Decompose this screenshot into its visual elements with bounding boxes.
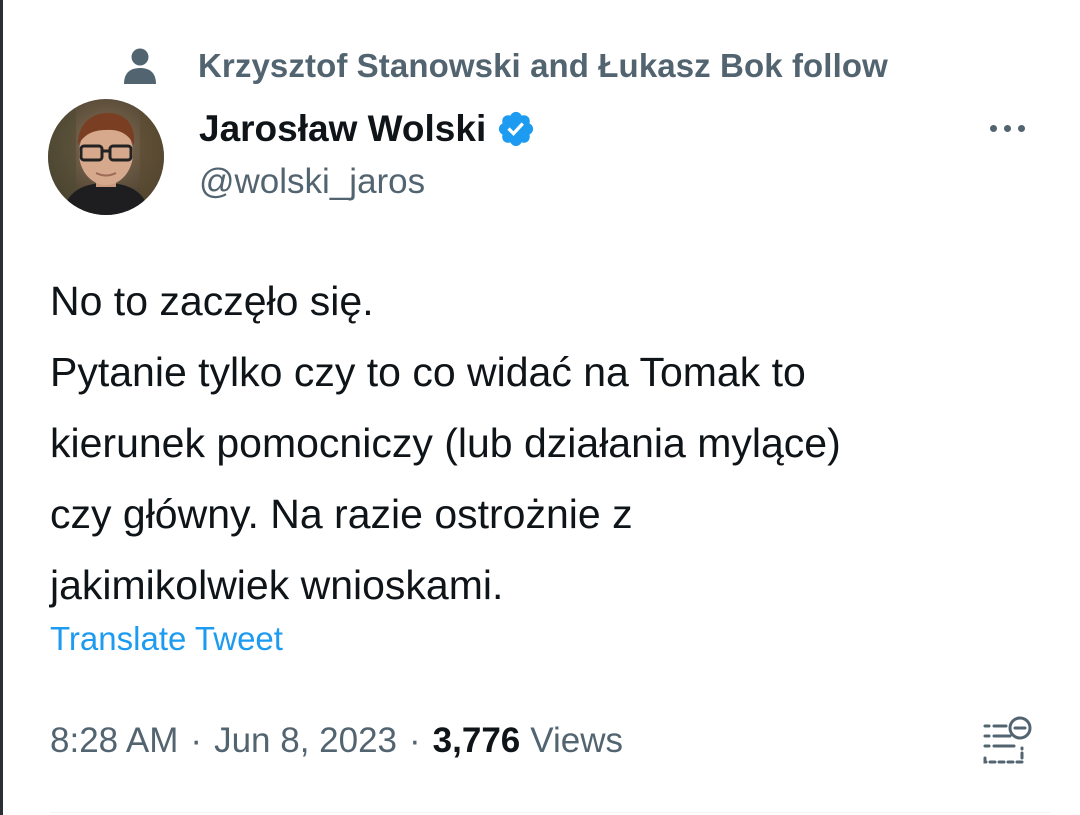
more-dot-icon	[1017, 124, 1025, 132]
tweet-date[interactable]: Jun 8, 2023	[214, 721, 397, 761]
tweet-meta: 8:28 AM · Jun 8, 2023 · 3,776 Views	[50, 713, 623, 769]
verified-badge-icon[interactable]	[496, 109, 536, 149]
tweet-text-line: No to zaczęło się.	[50, 278, 374, 324]
avatar[interactable]	[48, 99, 164, 215]
author-name-row: Jarosław Wolski	[199, 100, 536, 158]
tweet-time[interactable]: 8:28 AM	[50, 721, 178, 761]
person-icon	[118, 44, 162, 88]
social-context-text[interactable]: Krzysztof Stanowski and Łukasz Bok follo…	[198, 47, 888, 85]
tweet-text-line: kierunek pomocniczy (lub działania myląc…	[50, 420, 841, 466]
author-handle[interactable]: @wolski_jaros	[199, 162, 536, 202]
more-dot-icon	[989, 124, 997, 132]
tweet-text: No to zaczęło się. Pytanie tylko czy to …	[50, 266, 1040, 621]
meta-separator: ·	[409, 721, 421, 760]
tweet-text-line: Pytanie tylko czy to co widać na Tomak t…	[50, 349, 806, 395]
translate-tweet-link[interactable]: Translate Tweet	[50, 620, 283, 658]
analytics-icon[interactable]	[980, 712, 1034, 768]
more-dot-icon	[1003, 124, 1011, 132]
tweet-text-line: jakimikolwiek wnioskami.	[50, 562, 504, 608]
author-block: Jarosław Wolski @wolski_jaros	[199, 100, 536, 202]
author-display-name[interactable]: Jarosław Wolski	[199, 108, 486, 150]
views-count: 3,776	[432, 721, 521, 760]
window-edge	[0, 0, 3, 815]
views-label: Views	[530, 721, 623, 760]
divider	[50, 812, 1050, 813]
tweet-text-line: czy główny. Na razie ostrożnie z	[50, 491, 633, 537]
social-context: Krzysztof Stanowski and Łukasz Bok follo…	[118, 38, 888, 94]
more-options-button[interactable]	[978, 108, 1036, 148]
meta-separator: ·	[190, 721, 203, 760]
